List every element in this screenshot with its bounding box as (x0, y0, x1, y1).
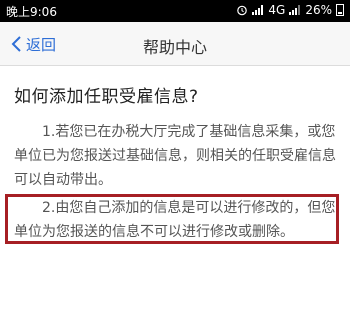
nav-bar: 返回 帮助中心 (0, 22, 350, 66)
page-title: 帮助中心 (142, 38, 207, 57)
question-heading: 如何添加任职受雇信息? (14, 87, 199, 107)
signal-icon-2 (289, 5, 301, 15)
network-type: 4G (268, 3, 286, 17)
answer-paragraph-2: 2.由您自己添加的信息是可以进行修改的，但您单位为您报送的信息不可以进行修改或删… (14, 200, 336, 240)
signal-icon (252, 5, 264, 15)
status-bar: 晚上9:06 4G 26% (0, 0, 350, 22)
status-icons: 4G 26% (236, 3, 344, 17)
battery-icon (336, 4, 344, 16)
alarm-icon (237, 5, 248, 16)
answer-paragraph-1: 1.若您已在办税大厅完成了基础信息采集，或您单位已为您报送过基础信息，则相关的任… (14, 124, 336, 188)
status-time: 晚上9:06 (6, 5, 57, 19)
battery-percent: 26% (305, 3, 332, 17)
